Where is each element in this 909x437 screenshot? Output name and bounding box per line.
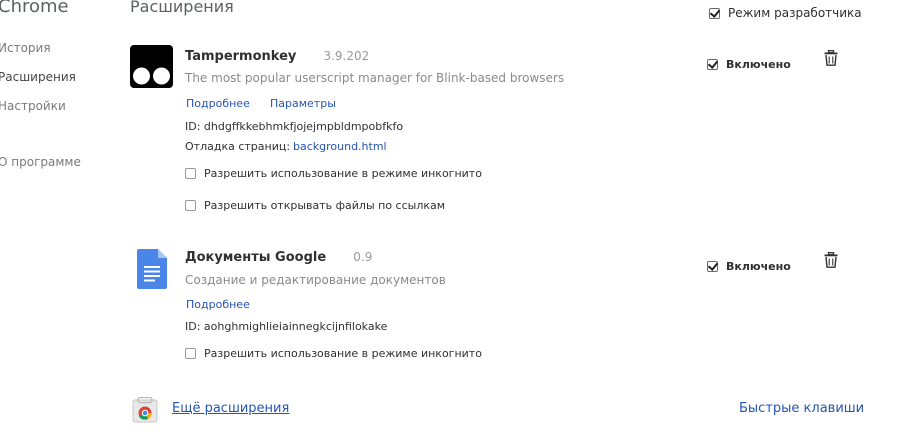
extension-name: Документы Google xyxy=(185,250,327,265)
page-title: Расширения xyxy=(130,0,234,16)
keyboard-shortcuts-link[interactable]: Быстрые клавиши xyxy=(739,401,864,416)
enabled-label: Включено xyxy=(726,58,791,71)
sidebar-title: Chrome xyxy=(0,0,69,17)
enabled-checkbox[interactable] xyxy=(707,59,718,70)
sidebar-item-settings[interactable]: Настройки xyxy=(0,99,66,113)
extension-description: Создание и редактирование документов xyxy=(185,273,446,287)
extension-id: ID: aohghmighlieiainnegkcijnfilokake xyxy=(185,320,388,333)
details-link[interactable]: Подробнее xyxy=(186,97,250,110)
incognito-label: Разрешить использование в режиме инкогни… xyxy=(204,347,482,360)
more-extensions-link[interactable]: Ещё расширения xyxy=(172,401,289,416)
trash-icon[interactable] xyxy=(824,251,838,272)
incognito-label: Разрешить использование в режиме инкогни… xyxy=(204,167,482,180)
chrome-web-store-icon xyxy=(132,396,158,423)
enable-toggle[interactable]: Включено xyxy=(707,255,791,274)
sidebar-item-extensions[interactable]: Расширения xyxy=(0,70,76,84)
tampermonkey-icon xyxy=(130,45,173,88)
incognito-option[interactable]: Разрешить использование в режиме инкогни… xyxy=(185,167,482,180)
developer-mode-checkbox[interactable] xyxy=(709,8,720,19)
incognito-option[interactable]: Разрешить использование в режиме инкогни… xyxy=(185,347,482,360)
incognito-checkbox[interactable] xyxy=(185,348,196,359)
developer-mode-toggle[interactable]: Режим разработчика xyxy=(709,6,862,20)
trash-icon[interactable] xyxy=(824,49,838,70)
file-urls-checkbox[interactable] xyxy=(185,200,196,211)
background-page-link[interactable]: background.html xyxy=(293,140,387,153)
enabled-checkbox[interactable] xyxy=(707,261,718,272)
sidebar-item-history[interactable]: История xyxy=(0,41,51,55)
details-link[interactable]: Подробнее xyxy=(186,298,250,311)
extension-version: 0.9 xyxy=(353,250,373,264)
file-urls-option[interactable]: Разрешить открывать файлы по ссылкам xyxy=(185,199,445,212)
incognito-checkbox[interactable] xyxy=(185,168,196,179)
extension-version: 3.9.202 xyxy=(323,49,370,63)
sidebar-item-about[interactable]: О программе xyxy=(0,155,81,169)
extension-name: Tampermonkey xyxy=(185,49,297,64)
enable-toggle[interactable]: Включено xyxy=(707,53,791,72)
inspect-views-label: Отладка страниц: xyxy=(185,140,291,153)
file-urls-label: Разрешить открывать файлы по ссылкам xyxy=(204,199,446,212)
enabled-label: Включено xyxy=(726,260,791,273)
extension-description: The most popular userscript manager for … xyxy=(185,71,565,85)
developer-mode-label: Режим разработчика xyxy=(728,6,862,20)
options-link[interactable]: Параметры xyxy=(270,97,336,110)
extension-title-row: Tampermonkey 3.9.202 xyxy=(185,45,369,64)
extension-id: ID: dhdgffkkebhmkfjojejmpbldmpobfkfo xyxy=(185,120,404,133)
google-docs-icon xyxy=(137,249,167,289)
extension-title-row: Документы Google 0.9 xyxy=(185,246,372,265)
